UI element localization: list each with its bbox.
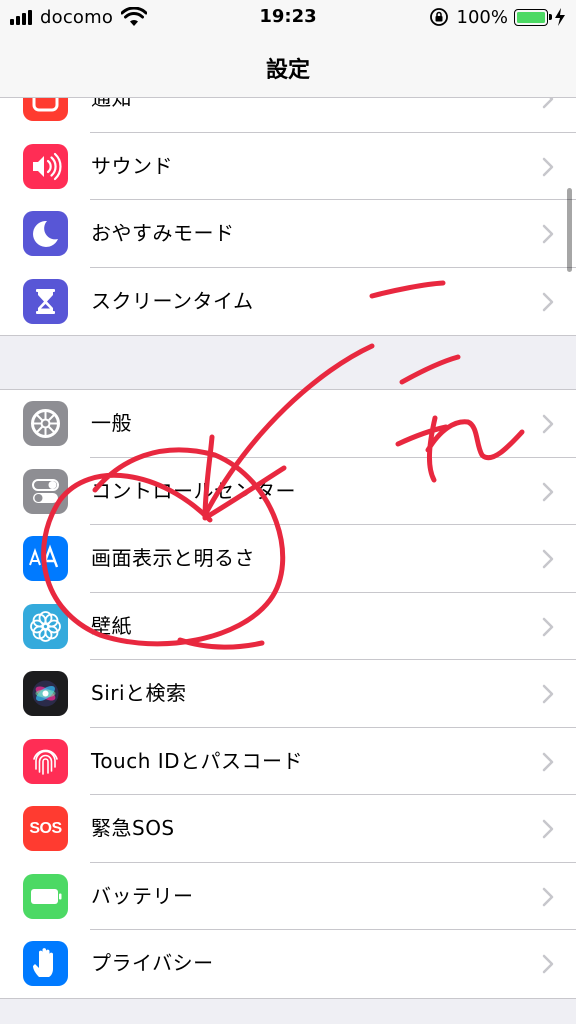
annotation-dash-2: [399, 354, 461, 385]
settings-row-label: 緊急SOS: [91, 816, 175, 840]
settings-row-label: プライバシー: [91, 951, 214, 975]
chevron-right-icon: [542, 887, 554, 906]
settings-row-label: コントロールセンター: [91, 478, 296, 503]
gear-icon: [23, 401, 68, 446]
page-title: 設定: [265, 58, 310, 83]
settings-row-label: 一般: [91, 411, 132, 435]
settings-row-control-center[interactable]: コントロールセンター: [0, 458, 576, 525]
settings-row-label: Siriと検索: [91, 681, 187, 705]
chevron-right-icon: [542, 482, 554, 501]
settings-row-general[interactable]: 一般: [0, 390, 576, 458]
chevron-right-icon: [542, 224, 554, 244]
toggles-icon: [23, 468, 68, 514]
status-bar: docomo 19:23 100%: [0, 0, 576, 36]
chevron-right-icon: [542, 157, 554, 176]
flower-icon: [23, 603, 68, 649]
settings-row-label: バッテリー: [91, 883, 194, 908]
speaker-icon: [23, 143, 68, 189]
battery-status-icon: [514, 8, 552, 26]
settings-row-touch-id-passcode[interactable]: Touch IDとパスコード: [0, 728, 576, 795]
chevron-right-icon: [542, 414, 554, 434]
settings-row-screen-time[interactable]: スクリーンタイム: [0, 268, 576, 336]
moon-icon: [23, 211, 68, 256]
chevron-right-icon: [542, 752, 554, 771]
chevron-right-icon: [542, 617, 554, 636]
hand-icon: [23, 941, 68, 986]
settings-row-label: 画面表示と明るさ: [91, 546, 255, 570]
right-status: 100%: [429, 6, 566, 28]
chevron-right-icon: [542, 819, 554, 839]
chevron-right-icon: [542, 954, 554, 974]
chevron-right-icon: [542, 292, 554, 311]
scroll-indicator: [567, 188, 572, 272]
settings-group-1: 通知 サウンド おやすみモード スクリーンタイム: [0, 64, 576, 336]
settings-row-battery[interactable]: バッテリー: [0, 863, 576, 930]
settings-row-label: サウンド: [91, 153, 173, 178]
settings-row-emergency-sos[interactable]: SOS 緊急SOS: [0, 795, 576, 863]
settings-row-label: おやすみモード: [91, 221, 235, 245]
settings-group-2: 一般 コントロールセンター 画面表示と明るさ 壁紙 Siriと検索 Touch …: [0, 389, 576, 999]
hourglass-icon: [23, 278, 68, 324]
charging-bolt-icon: [555, 8, 565, 26]
battery-percent: 100%: [456, 6, 508, 28]
battery-icon: [23, 873, 68, 919]
chevron-right-icon: [542, 549, 554, 569]
settings-row-label: Touch IDとパスコード: [91, 748, 304, 773]
chevron-right-icon: [542, 684, 554, 704]
settings-row-sound[interactable]: サウンド: [0, 133, 576, 200]
settings-row-siri-search[interactable]: Siriと検索: [0, 660, 576, 728]
text-size-icon: [23, 536, 68, 581]
navigation-bar: 設定: [0, 36, 576, 98]
fingerprint-icon: [23, 738, 68, 784]
siri-icon: [23, 671, 68, 716]
settings-row-wallpaper[interactable]: 壁紙: [0, 593, 576, 660]
rotation-lock-icon: [429, 8, 448, 26]
settings-row-privacy[interactable]: プライバシー: [0, 930, 576, 998]
settings-row-display-brightness[interactable]: 画面表示と明るさ: [0, 525, 576, 593]
settings-row-do-not-disturb[interactable]: おやすみモード: [0, 200, 576, 268]
sos-icon-text: SOS: [29, 819, 62, 837]
sos-icon: SOS: [23, 806, 68, 851]
settings-row-label: 壁紙: [91, 613, 132, 638]
settings-row-label: スクリーンタイム: [91, 288, 254, 313]
